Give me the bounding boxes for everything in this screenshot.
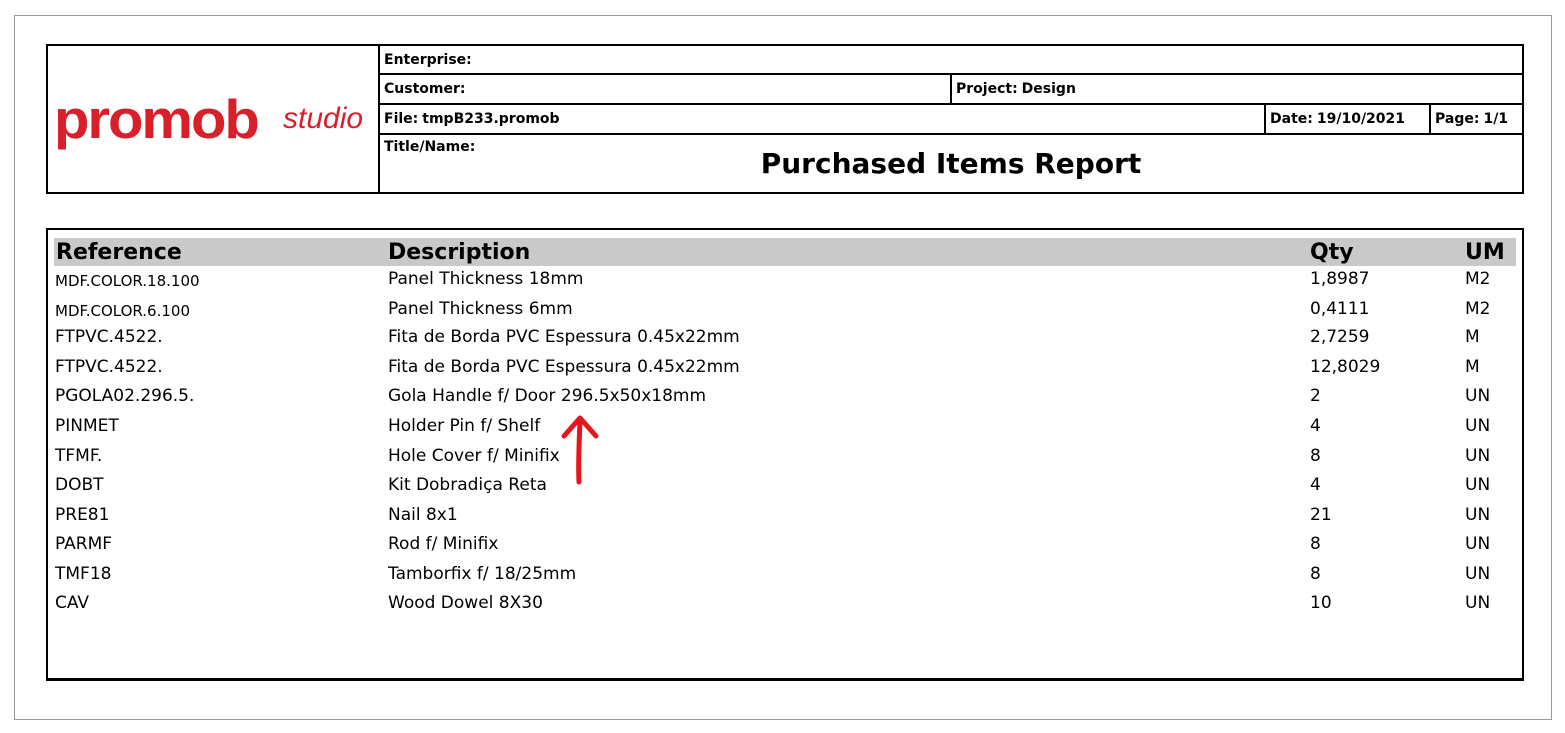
- cell-reference: PRE81: [55, 505, 110, 525]
- table-row: PINMET Holder Pin f/ Shelf 4 UN: [48, 412, 1522, 440]
- column-header-um: UM: [1465, 240, 1505, 265]
- cell-qty: 10: [1310, 593, 1332, 613]
- cell-description: Tamborfix f/ 18/25mm: [388, 564, 577, 584]
- table-header: Reference Description Qty UM: [54, 238, 1516, 266]
- date-label: Date:: [1270, 111, 1313, 127]
- project-field: Project: Design: [952, 75, 1522, 103]
- cell-um: UN: [1465, 593, 1491, 613]
- cell-qty: 4: [1310, 475, 1321, 495]
- cell-qty: 0,4111: [1310, 299, 1370, 319]
- table-row: FTPVC.4522. Fita de Borda PVC Espessura …: [48, 353, 1522, 381]
- report-header: promob studio Enterprise: Customer: Proj…: [46, 44, 1524, 194]
- cell-qty: 8: [1310, 564, 1321, 584]
- logo: promob studio: [48, 46, 380, 192]
- cell-description: Panel Thickness 18mm: [388, 269, 584, 289]
- cell-um: M2: [1465, 269, 1491, 289]
- project-value: Design: [1021, 81, 1076, 97]
- cell-reference: TMF18: [55, 564, 112, 584]
- table-row: FTPVC.4522. Fita de Borda PVC Espessura …: [48, 323, 1522, 351]
- cell-um: UN: [1465, 416, 1491, 436]
- file-value: tmpB233.promob: [422, 111, 560, 127]
- report-title: Purchased Items Report: [760, 147, 1142, 180]
- cell-description: Hole Cover f/ Minifix: [388, 446, 560, 466]
- cell-description: Fita de Borda PVC Espessura 0.45x22mm: [388, 357, 740, 377]
- up-arrow-icon: [561, 415, 599, 485]
- cell-qty: 2: [1310, 386, 1321, 406]
- cell-description: Nail 8x1: [388, 505, 458, 525]
- date-value: 19/10/2021: [1316, 111, 1406, 127]
- page-value: 1/1: [1483, 111, 1509, 127]
- table-row: CAV Wood Dowel 8X30 10 UN: [48, 589, 1522, 617]
- cell-qty: 1,8987: [1310, 269, 1370, 289]
- table-row: TFMF. Hole Cover f/ Minifix 8 UN: [48, 442, 1522, 470]
- cell-description: Wood Dowel 8X30: [388, 593, 543, 613]
- cell-description: Rod f/ Minifix: [388, 534, 499, 554]
- table-row: DOBT Kit Dobradiça Reta 4 UN: [48, 471, 1522, 499]
- cell-um: M2: [1465, 299, 1491, 319]
- cell-um: UN: [1465, 564, 1491, 584]
- column-header-reference: Reference: [56, 240, 182, 265]
- cell-qty: 2,7259: [1310, 327, 1370, 347]
- cell-reference: DOBT: [55, 475, 104, 495]
- cell-um: UN: [1465, 475, 1491, 495]
- customer-label: Customer:: [384, 81, 466, 97]
- cell-qty: 12,8029: [1310, 357, 1381, 377]
- cell-reference: PGOLA02.296.5.: [55, 386, 195, 406]
- cell-um: UN: [1465, 534, 1491, 554]
- column-header-qty: Qty: [1310, 240, 1354, 265]
- logo-wordmark: promob: [54, 88, 260, 151]
- cell-reference: PINMET: [55, 416, 119, 436]
- cell-description: Holder Pin f/ Shelf: [388, 416, 541, 436]
- logo-subtitle: studio: [283, 102, 364, 135]
- cell-description: Fita de Borda PVC Espessura 0.45x22mm: [388, 327, 740, 347]
- page-label: Page:: [1435, 111, 1480, 127]
- cell-description: Panel Thickness 6mm: [388, 299, 573, 319]
- title-row: Title/Name: Purchased Items Report: [380, 135, 1522, 192]
- cell-um: UN: [1465, 446, 1491, 466]
- file-field: File: tmpB233.promob: [380, 105, 1266, 133]
- cell-reference: CAV: [55, 593, 90, 613]
- file-row: File: tmpB233.promob Date: 19/10/2021 Pa…: [380, 105, 1522, 135]
- cell-reference: PARMF: [55, 534, 113, 554]
- cell-reference: FTPVC.4522.: [55, 327, 163, 347]
- customer-row: Customer: Project: Design: [380, 75, 1522, 105]
- cell-um: M: [1465, 327, 1480, 347]
- column-header-description: Description: [388, 240, 531, 265]
- table-row: PRE81 Nail 8x1 21 UN: [48, 501, 1522, 529]
- cell-qty: 8: [1310, 446, 1321, 466]
- customer-field: Customer:: [380, 75, 952, 103]
- cell-reference: TFMF.: [55, 446, 103, 466]
- cell-qty: 8: [1310, 534, 1321, 554]
- page-field: Page: 1/1: [1431, 105, 1522, 133]
- cell-qty: 21: [1310, 505, 1332, 525]
- file-label: File:: [384, 111, 419, 127]
- project-label: Project:: [956, 81, 1018, 97]
- cell-um: M: [1465, 357, 1480, 377]
- date-field: Date: 19/10/2021: [1266, 105, 1431, 133]
- table-row: MDF.COLOR.18.100 Panel Thickness 18mm 1,…: [48, 265, 1522, 293]
- enterprise-field: Enterprise:: [380, 46, 1522, 73]
- enterprise-label: Enterprise:: [384, 51, 472, 68]
- table-row: TMF18 Tamborfix f/ 18/25mm 8 UN: [48, 560, 1522, 588]
- cell-um: UN: [1465, 386, 1491, 406]
- cell-description: Gola Handle f/ Door 296.5x50x18mm: [388, 386, 707, 406]
- cell-um: UN: [1465, 505, 1491, 525]
- table-row: MDF.COLOR.6.100 Panel Thickness 6mm 0,41…: [48, 295, 1522, 323]
- table-row: PARMF Rod f/ Minifix 8 UN: [48, 530, 1522, 558]
- items-table: Reference Description Qty UM MDF.COLOR.1…: [46, 228, 1524, 681]
- cell-description: Kit Dobradiça Reta: [388, 475, 547, 495]
- enterprise-row: Enterprise:: [380, 46, 1522, 75]
- cell-qty: 4: [1310, 416, 1321, 436]
- table-row: PGOLA02.296.5. Gola Handle f/ Door 296.5…: [48, 382, 1522, 410]
- cell-reference: MDF.COLOR.18.100: [55, 272, 200, 290]
- cell-reference: FTPVC.4522.: [55, 357, 163, 377]
